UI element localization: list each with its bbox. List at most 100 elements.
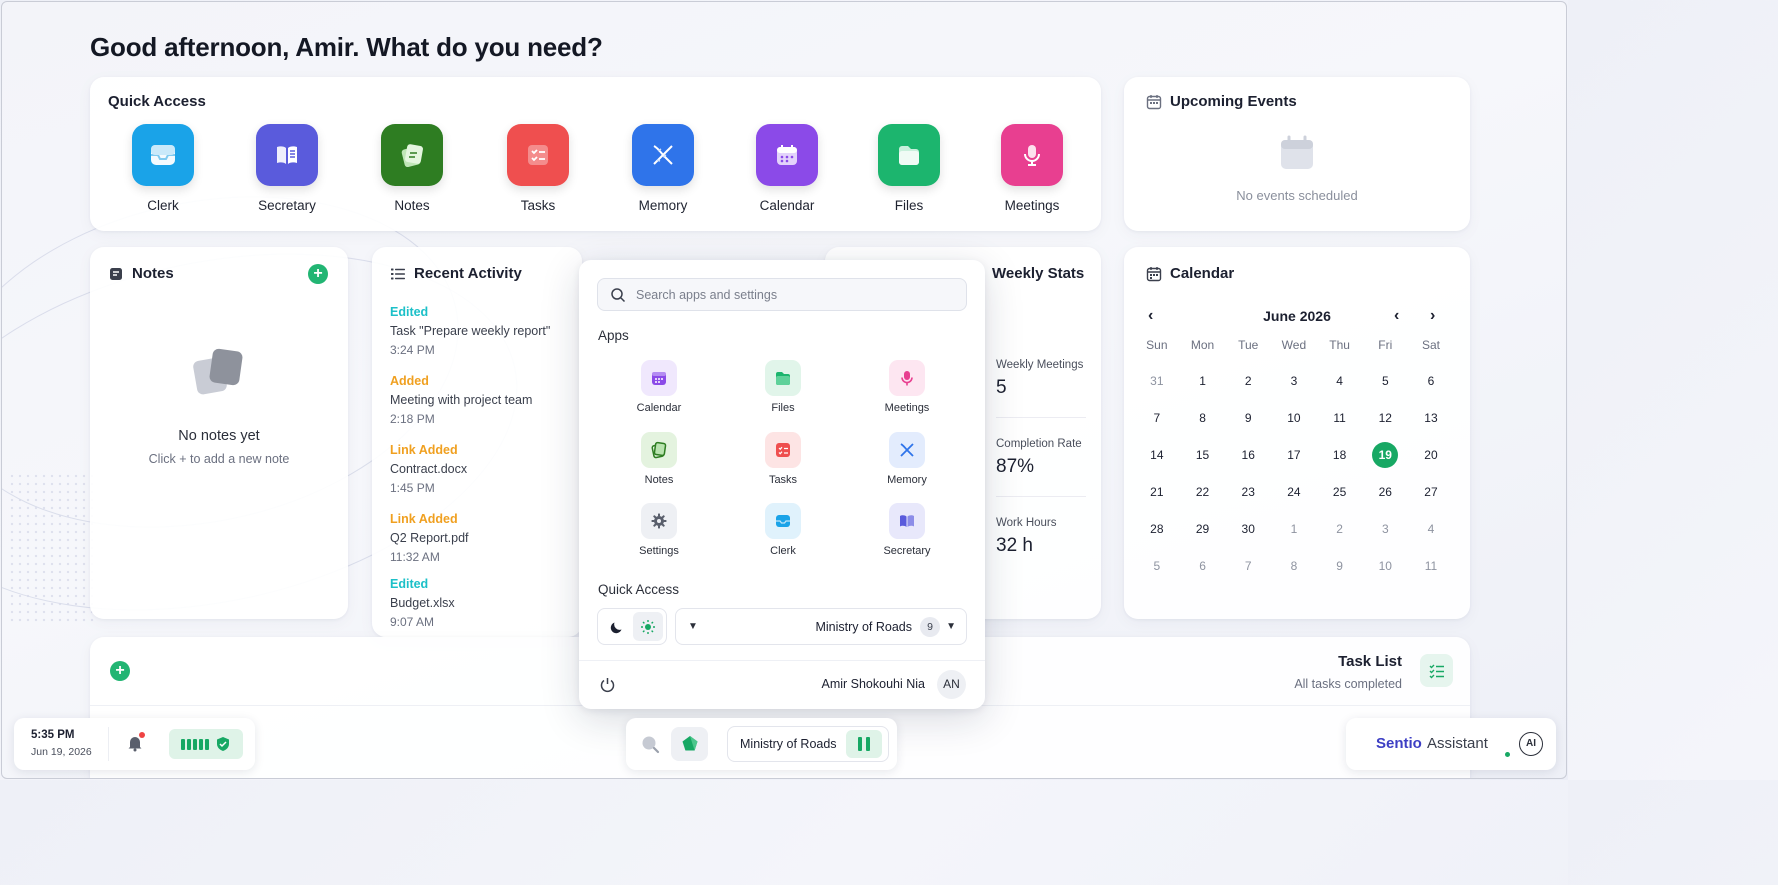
quick-access-tasks[interactable]: Tasks: [488, 124, 588, 213]
calendar-day[interactable]: 22: [1180, 485, 1226, 499]
activity-item[interactable]: Added Meeting with project team 2:18 PM: [390, 374, 550, 443]
calendar-day[interactable]: 1: [1180, 374, 1226, 388]
activity-description: Budget.xlsx: [390, 596, 455, 610]
calendar-day[interactable]: 19: [1362, 441, 1408, 468]
calendar-day[interactable]: 11: [1317, 411, 1363, 425]
calendar-day[interactable]: 9: [1225, 411, 1271, 425]
add-task-button[interactable]: +: [110, 661, 130, 681]
calendar-card: Calendar ‹ June 2026 ‹ › Sun Mon Tue Wed…: [1124, 247, 1470, 619]
calendar-day[interactable]: 5: [1362, 374, 1408, 388]
calendar-day[interactable]: 1: [1271, 522, 1317, 536]
app-clerk[interactable]: Clerk: [721, 503, 845, 557]
app-calendar[interactable]: Calendar: [597, 360, 721, 414]
calendar-day[interactable]: 3: [1362, 522, 1408, 536]
quick-access-title: Quick Access: [108, 93, 206, 110]
calendar-day[interactable]: 7: [1225, 559, 1271, 573]
calendar-day[interactable]: 5: [1134, 559, 1180, 573]
organization-pill[interactable]: Ministry of Roads: [727, 726, 889, 762]
battery-status[interactable]: [169, 729, 243, 759]
calendar-day[interactable]: 23: [1225, 485, 1271, 499]
calendar-day[interactable]: 8: [1180, 411, 1226, 425]
app-notes[interactable]: Notes: [597, 432, 721, 486]
calendar-day[interactable]: 26: [1362, 485, 1408, 499]
launcher-button[interactable]: [671, 727, 708, 761]
app-settings[interactable]: Settings: [597, 503, 721, 557]
activity-item[interactable]: Link Added Q2 Report.pdf 11:32 AM: [390, 512, 550, 577]
calendar-day[interactable]: 3: [1271, 374, 1317, 388]
calendar-day[interactable]: 4: [1408, 522, 1454, 536]
power-icon[interactable]: [599, 676, 616, 693]
calendar-icon: [1146, 94, 1162, 109]
quick-access-clerk[interactable]: Clerk: [113, 124, 213, 213]
quick-access-calendar[interactable]: Calendar: [737, 124, 837, 213]
quick-access-label: Clerk: [147, 198, 179, 213]
chevron-down-icon: ▼: [946, 621, 956, 632]
calendar-day[interactable]: 10: [1362, 559, 1408, 573]
calendar-day[interactable]: 11: [1408, 559, 1454, 573]
app-meetings[interactable]: Meetings: [845, 360, 969, 414]
calendar-day[interactable]: 16: [1225, 448, 1271, 462]
quick-access-secretary[interactable]: Secretary: [237, 124, 337, 213]
pause-button[interactable]: [846, 730, 882, 758]
app-tasks[interactable]: Tasks: [721, 432, 845, 486]
assistant-launcher[interactable]: Sentio Assistant AI: [1346, 718, 1556, 770]
activity-item[interactable]: Edited Task "Prepare weekly report" 3:24…: [390, 305, 550, 374]
search-input[interactable]: [636, 287, 936, 302]
app-files[interactable]: Files: [721, 360, 845, 414]
dark-mode-button[interactable]: [602, 612, 632, 641]
ai-icon[interactable]: AI: [1519, 732, 1543, 756]
calendar-day[interactable]: 2: [1317, 522, 1363, 536]
app-secretary[interactable]: Secretary: [845, 503, 969, 557]
calendar-day[interactable]: 28: [1134, 522, 1180, 536]
inbox-icon: [765, 503, 801, 539]
calendar-day[interactable]: 17: [1271, 448, 1317, 462]
organization-select[interactable]: ▼ Ministry of Roads 9 ▼: [675, 608, 967, 645]
next-month-button[interactable]: ›: [1430, 307, 1435, 325]
calendar-today[interactable]: 19: [1372, 441, 1399, 468]
quick-access-notes[interactable]: Notes: [362, 124, 462, 213]
shield-check-icon: [217, 737, 229, 751]
calendar-day[interactable]: 9: [1317, 559, 1363, 573]
prev-month-button[interactable]: ‹: [1394, 307, 1399, 325]
day-of-week: Fri: [1378, 338, 1393, 352]
calendar-day[interactable]: 29: [1180, 522, 1226, 536]
calendar-day[interactable]: 4: [1317, 374, 1363, 388]
day-of-week: Sat: [1421, 338, 1440, 352]
calendar-day[interactable]: 25: [1317, 485, 1363, 499]
light-mode-button[interactable]: [632, 612, 663, 641]
calendar-dow-row: Sun Mon Tue Wed Thu Fri Sat: [1134, 335, 1460, 355]
calendar-day[interactable]: 8: [1271, 559, 1317, 573]
folder-icon: [765, 360, 801, 396]
activity-time: 11:32 AM: [390, 550, 440, 564]
launcher-search[interactable]: [597, 278, 967, 311]
calendar-day[interactable]: 30: [1225, 522, 1271, 536]
calendar-day[interactable]: 12: [1362, 411, 1408, 425]
calendar-day[interactable]: 31: [1134, 374, 1180, 388]
calendar-day[interactable]: 6: [1180, 559, 1226, 573]
checklist-icon[interactable]: [1420, 654, 1453, 687]
calendar-day[interactable]: 21: [1134, 485, 1180, 499]
calendar-day[interactable]: 6: [1408, 374, 1454, 388]
quick-access-files[interactable]: Files: [859, 124, 959, 213]
quick-access-meetings[interactable]: Meetings: [982, 124, 1082, 213]
avatar[interactable]: AN: [937, 670, 966, 699]
notes-empty-title: No notes yet: [178, 428, 260, 444]
calendar-day[interactable]: 14: [1134, 448, 1180, 462]
calendar-day[interactable]: 10: [1271, 411, 1317, 425]
calendar-day[interactable]: 27: [1408, 485, 1454, 499]
calendar-day[interactable]: 20: [1408, 448, 1454, 462]
add-note-button[interactable]: +: [308, 264, 328, 284]
app-memory[interactable]: Memory: [845, 432, 969, 486]
calendar-day[interactable]: 7: [1134, 411, 1180, 425]
quick-access-memory[interactable]: Memory: [613, 124, 713, 213]
search-icon[interactable]: [640, 734, 660, 754]
calendar-day[interactable]: 24: [1271, 485, 1317, 499]
calendar-day[interactable]: 2: [1225, 374, 1271, 388]
calendar-day[interactable]: 18: [1317, 448, 1363, 462]
calendar-day[interactable]: 13: [1408, 411, 1454, 425]
activity-item[interactable]: Link Added Contract.docx 1:45 PM: [390, 443, 550, 512]
task-list-title: Task List: [1338, 653, 1402, 670]
quick-access-label: Secretary: [258, 198, 316, 213]
calendar-day[interactable]: 15: [1180, 448, 1226, 462]
activity-item[interactable]: Edited Budget.xlsx 9:07 AM: [390, 577, 550, 646]
